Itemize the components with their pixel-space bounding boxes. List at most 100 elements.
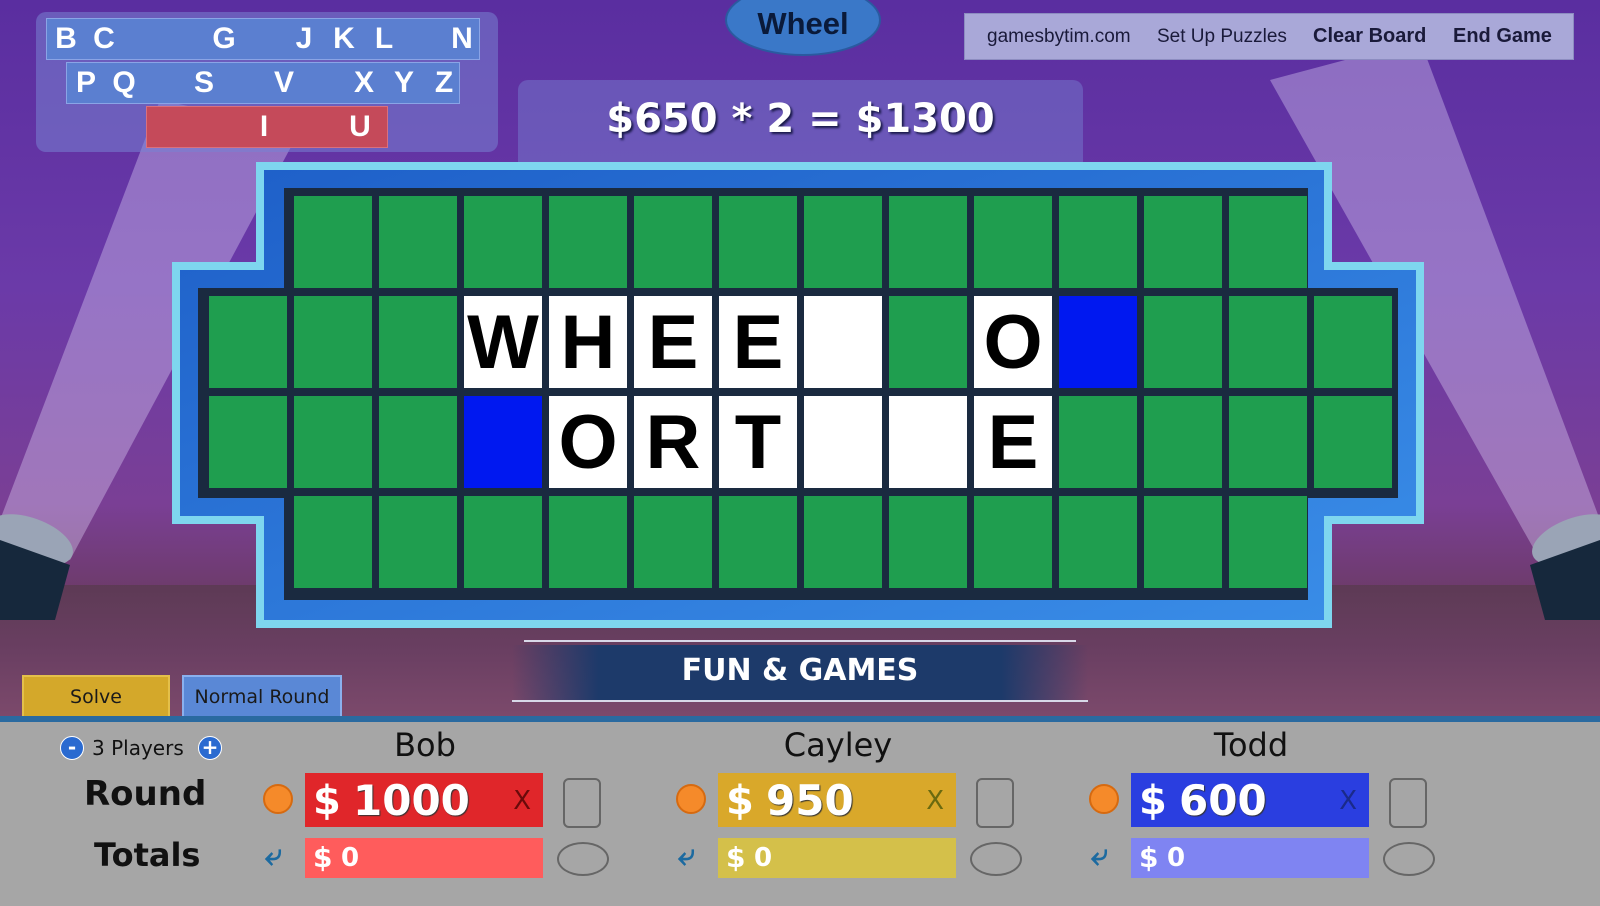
round-score: $ 1000 X bbox=[305, 773, 543, 827]
board-tile-blank bbox=[1059, 296, 1137, 388]
player-name: Cayley bbox=[783, 726, 893, 764]
category-banner: FUN & GAMES bbox=[512, 645, 1088, 701]
total-score: $ 0 bbox=[305, 838, 543, 878]
puzzle-letter: E bbox=[987, 400, 1039, 485]
end-game-button[interactable]: End Game bbox=[1453, 14, 1552, 59]
letter-button[interactable]: L bbox=[369, 19, 399, 59]
board-tile bbox=[549, 196, 627, 288]
site-link[interactable]: gamesbytim.com bbox=[987, 14, 1131, 59]
puzzle-letter: E bbox=[732, 300, 784, 385]
puzzle-tile: O bbox=[549, 396, 627, 488]
board-tile bbox=[294, 396, 372, 488]
letter-button[interactable]: G bbox=[209, 19, 239, 59]
board-tile bbox=[1229, 396, 1307, 488]
spin-value: $650 * 2 = $1300 bbox=[606, 96, 995, 142]
letter-button[interactable]: Q bbox=[109, 63, 139, 103]
board-tile bbox=[804, 196, 882, 288]
letter-row-1: B C G J K L N bbox=[46, 18, 480, 60]
player-count: 3 Players bbox=[92, 736, 184, 760]
add-player-button[interactable]: + bbox=[198, 736, 222, 760]
board-tile bbox=[889, 296, 967, 388]
letter-button[interactable]: Z bbox=[429, 63, 459, 103]
bank-arrow-icon[interactable]: ⤶ bbox=[1091, 838, 1108, 873]
vowel-button[interactable]: U bbox=[345, 107, 375, 147]
free-spin-checkbox[interactable] bbox=[563, 778, 601, 828]
puzzle-tile: E bbox=[974, 396, 1052, 488]
board-tile bbox=[889, 496, 967, 588]
prize-toggle[interactable] bbox=[1383, 842, 1435, 876]
board-tile bbox=[1229, 296, 1307, 388]
total-score-value: 0 bbox=[341, 843, 360, 873]
remove-player-button[interactable]: - bbox=[60, 736, 84, 760]
puzzle-letter: E bbox=[647, 300, 699, 385]
total-score: $ 0 bbox=[718, 838, 956, 878]
bank-arrow-icon[interactable]: ⤶ bbox=[678, 838, 695, 873]
turn-indicator-icon[interactable] bbox=[676, 784, 706, 814]
vowel-button[interactable]: I bbox=[249, 107, 279, 147]
turn-indicator-icon[interactable] bbox=[1089, 784, 1119, 814]
board-tile bbox=[804, 496, 882, 588]
puzzle-tile: E bbox=[634, 296, 712, 388]
letter-button[interactable]: V bbox=[269, 63, 299, 103]
top-nav: gamesbytim.com Set Up Puzzles Clear Boar… bbox=[964, 13, 1574, 60]
board-tile bbox=[634, 196, 712, 288]
category-top-line bbox=[524, 640, 1076, 642]
total-score-value: 0 bbox=[1167, 843, 1186, 873]
prize-toggle[interactable] bbox=[557, 842, 609, 876]
turn-indicator-icon[interactable] bbox=[263, 784, 293, 814]
total-dollar-sign: $ bbox=[1139, 841, 1159, 874]
puzzle-letter: R bbox=[645, 400, 701, 485]
board-tile bbox=[464, 196, 542, 288]
bank-arrow-icon[interactable]: ⤶ bbox=[265, 838, 282, 873]
round-score-value: 1000 bbox=[353, 776, 470, 825]
board-tile-blank bbox=[464, 396, 542, 488]
board-tile bbox=[294, 496, 372, 588]
puzzle-tile: W bbox=[464, 296, 542, 388]
prize-toggle[interactable] bbox=[970, 842, 1022, 876]
available-letters-panel: B C G J K L N P Q S V X Y Z I U bbox=[36, 12, 498, 152]
board-tile bbox=[379, 196, 457, 288]
clear-score-button[interactable]: X bbox=[926, 773, 944, 829]
board-tile bbox=[209, 396, 287, 488]
left-spotlight-icon bbox=[0, 514, 73, 620]
letter-button[interactable]: C bbox=[89, 19, 119, 59]
puzzle-tile: H bbox=[549, 296, 627, 388]
puzzle-letter: T bbox=[734, 400, 782, 485]
clear-board-button[interactable]: Clear Board bbox=[1313, 14, 1426, 59]
board-tile bbox=[1059, 196, 1137, 288]
puzzle-tile: T bbox=[719, 396, 797, 488]
round-type-button[interactable]: Normal Round bbox=[182, 675, 342, 719]
free-spin-checkbox[interactable] bbox=[976, 778, 1014, 828]
round-score: $ 600 X bbox=[1131, 773, 1369, 827]
set-up-puzzles-link[interactable]: Set Up Puzzles bbox=[1157, 14, 1287, 59]
puzzle-tile bbox=[804, 396, 882, 488]
letter-button[interactable]: P bbox=[71, 63, 101, 103]
board-tile bbox=[209, 296, 287, 388]
letter-button[interactable]: J bbox=[289, 19, 319, 59]
round-dollar-sign: $ bbox=[726, 778, 754, 824]
puzzle-letter: H bbox=[560, 300, 616, 385]
board-tile bbox=[974, 196, 1052, 288]
total-score-value: 0 bbox=[754, 843, 773, 873]
puzzle-letter: W bbox=[467, 300, 539, 385]
free-spin-checkbox[interactable] bbox=[1389, 778, 1427, 828]
board-tile bbox=[1144, 196, 1222, 288]
puzzle-tile: E bbox=[719, 296, 797, 388]
clear-score-button[interactable]: X bbox=[513, 773, 531, 829]
clear-score-button[interactable]: X bbox=[1339, 773, 1357, 829]
board-tile bbox=[889, 196, 967, 288]
solve-button[interactable]: Solve bbox=[22, 675, 170, 719]
player-name: Bob bbox=[394, 726, 456, 764]
category-bottom-line bbox=[512, 700, 1088, 702]
letter-button[interactable]: B bbox=[51, 19, 81, 59]
letter-button[interactable]: S bbox=[189, 63, 219, 103]
letter-button[interactable]: X bbox=[349, 63, 379, 103]
board-tile bbox=[1314, 396, 1392, 488]
letter-row-2: P Q S V X Y Z bbox=[66, 62, 460, 104]
board-tile bbox=[634, 496, 712, 588]
board-tile bbox=[379, 296, 457, 388]
letter-button[interactable]: N bbox=[447, 19, 477, 59]
player-name: Todd bbox=[1213, 726, 1289, 764]
letter-button[interactable]: Y bbox=[389, 63, 419, 103]
letter-button[interactable]: K bbox=[329, 19, 359, 59]
